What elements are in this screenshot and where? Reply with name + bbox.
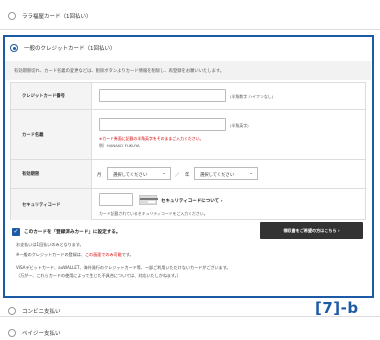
chevron-right-icon: › (336, 228, 340, 233)
card-form: クレジットカード番号 (半角数字 ハイフンなし) カード名義 (半角英字) ※カ… (10, 82, 366, 220)
note-text: です。 (121, 252, 134, 257)
card-number-hint: (半角数字 ハイフンなし) (230, 94, 274, 99)
receipt-button-label: 領収書をご希望の方はこちら (283, 227, 337, 233)
card-name-example: 例）HANAKO FUKUYA (99, 143, 140, 148)
radio-button-selected[interactable] (10, 44, 18, 52)
label-card-name: カード名義 (11, 110, 92, 159)
security-code-input[interactable] (99, 193, 133, 206)
note-line: （万が一、これらカードの使用によって生じた不具合については、対応いたしかねます。… (16, 273, 181, 278)
month-select-value: 選択してください (113, 172, 148, 178)
payment-option-lala-card[interactable]: ララ福屋カード（1回払い） (0, 5, 380, 27)
option-label: ペイジー支払い (22, 331, 61, 337)
option-label: ララ福屋カード（1回払い） (22, 14, 92, 20)
credit-card-panel: 一般のクレジットカード（1回払い） 有効期限切れ、カード名義の変更などは、削除ボ… (3, 35, 374, 298)
register-card-label: このカードを「登録済みカード」に設定する。 (24, 230, 121, 235)
receipt-request-button[interactable]: 領収書をご希望の方はこちら › (260, 222, 363, 239)
month-select[interactable]: 選択してください ⌄ (107, 167, 171, 180)
card-number-input[interactable] (99, 89, 226, 102)
card-name-hint: (半角英字) (230, 123, 249, 128)
row-card-number: クレジットカード番号 (半角数字 ハイフンなし) (11, 83, 365, 110)
date-separator: ／ (175, 173, 180, 178)
payment-option-payeasy[interactable]: ペイジー支払い (0, 322, 380, 340)
payment-option-conveni[interactable]: コンビニ支払い (0, 300, 300, 322)
note-line: ※一般のクレジットカードの登録は、この画面でのみ可能です。 (16, 252, 134, 258)
row-expiry: 有効期限 月 選択してください ⌄ ／ 年 選択してください ⌄ (11, 160, 365, 189)
note-text: ※一般のクレジットカードの登録は、 (16, 252, 85, 257)
radio-button[interactable] (8, 329, 16, 337)
security-code-link[interactable]: セキュリティコードについて › (161, 198, 223, 204)
notice-text: 有効期限切れ、カード名義の変更などは、削除ボタンよりカード情報を削除し、再登録を… (5, 61, 371, 80)
security-code-link-label: セキュリティコードについて (161, 199, 220, 204)
label-card-number: クレジットカード番号 (11, 83, 92, 109)
checkmark-icon[interactable]: ✓ (12, 228, 20, 236)
label-expiry: 有効期限 (11, 160, 92, 188)
year-unit: 年 (185, 173, 190, 178)
month-unit: 月 (97, 173, 102, 178)
card-back-icon (139, 195, 158, 205)
year-select[interactable]: 選択してください ⌄ (194, 167, 258, 180)
divider (0, 29, 380, 30)
register-card-checkbox[interactable]: ✓ このカードを「登録済みカード」に設定する。 (12, 228, 120, 236)
card-name-input[interactable] (99, 118, 226, 131)
security-code-hint: カード記載されているセキュリティコードをご入力ください。 (99, 211, 208, 216)
option-label: 一般のクレジットカード（1回払い） (24, 46, 116, 52)
chevron-down-icon: ⌄ (162, 171, 166, 176)
note-line: VISAデビットカード、auWALLET、海外発行のクレジットカード等、一部ご利… (16, 265, 231, 270)
note-emphasis: この画面でのみ可能 (84, 252, 122, 257)
row-security-code: セキュリティコード セキュリティコードについて › カード記載されているセキュリ… (11, 189, 365, 220)
chevron-down-icon: ⌄ (249, 171, 253, 176)
row-card-name: カード名義 (半角英字) ※カード券面に記載の半角英字をそのままご入力ください。… (11, 110, 365, 160)
note-line: お支払いは1回払いのみとなります。 (16, 242, 84, 247)
payment-option-credit-card[interactable]: 一般のクレジットカード（1回払い） (5, 37, 372, 59)
radio-button[interactable] (8, 12, 16, 20)
year-select-value: 選択してください (200, 172, 235, 178)
chevron-right-icon: › (220, 199, 223, 204)
card-name-warning: ※カード券面に記載の半角英字をそのままご入力ください。 (99, 136, 204, 141)
label-security-code: セキュリティコード (11, 189, 92, 220)
radio-button[interactable] (8, 307, 16, 315)
figure-label: [7]-b (315, 299, 359, 317)
option-label: コンビニ支払い (22, 309, 61, 315)
